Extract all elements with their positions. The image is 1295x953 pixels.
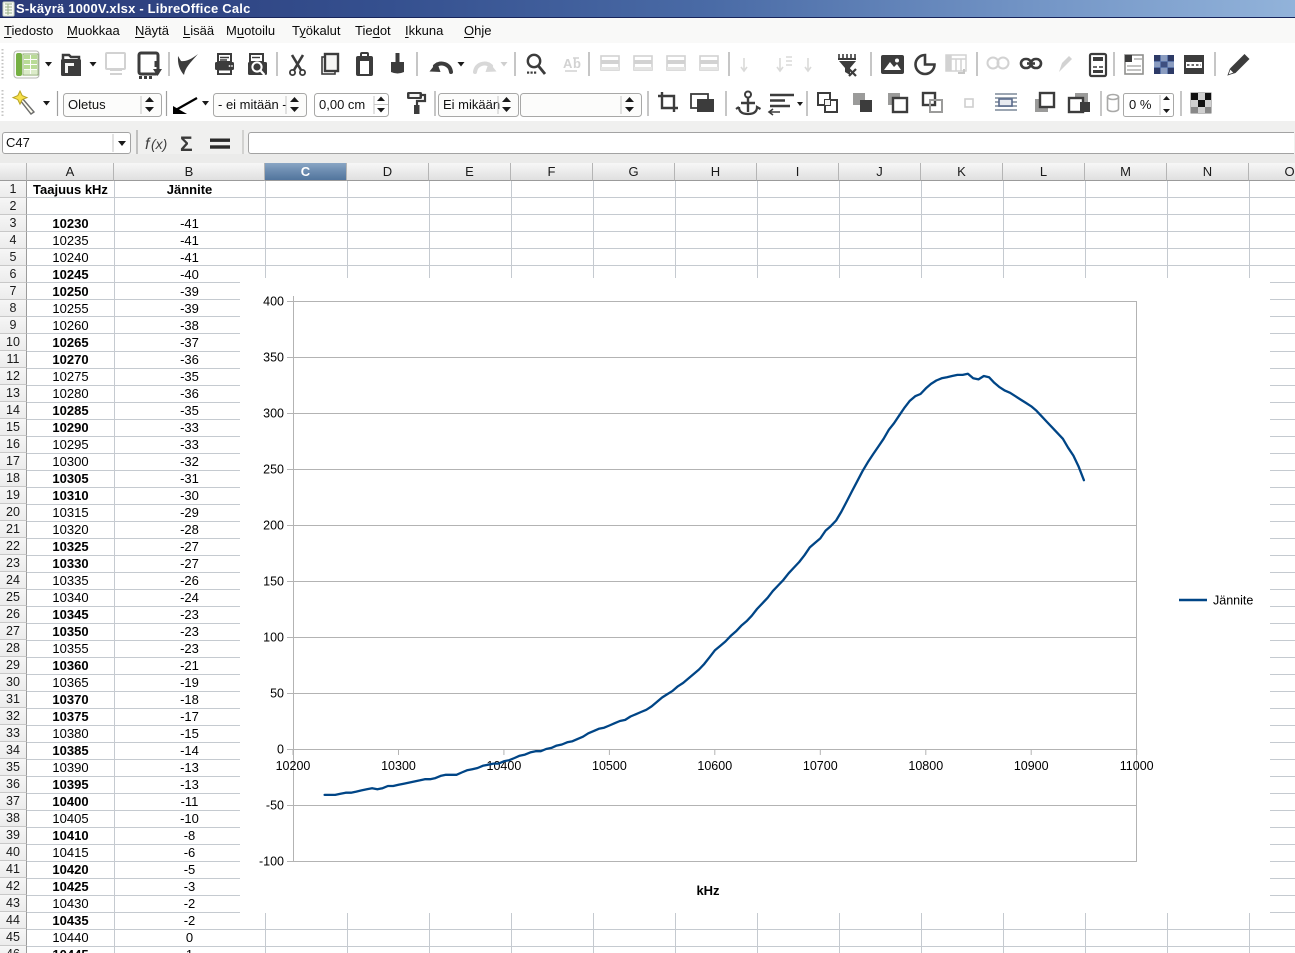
svg-text:Oletus: Oletus: [68, 97, 106, 112]
svg-text:350: 350: [263, 351, 284, 365]
svg-text:Ei mikään: Ei mikään: [443, 97, 500, 112]
svg-text:250: 250: [263, 463, 284, 477]
svg-text:100: 100: [263, 631, 284, 645]
svg-text:10900: 10900: [1014, 759, 1049, 773]
svg-text:A: A: [563, 56, 573, 71]
svg-text:50: 50: [270, 687, 284, 701]
svg-text:10300: 10300: [381, 759, 416, 773]
svg-text:10500: 10500: [592, 759, 627, 773]
svg-text:400: 400: [263, 295, 284, 309]
svg-text:-50: -50: [266, 799, 284, 813]
svg-text:200: 200: [263, 519, 284, 533]
svg-text:10800: 10800: [908, 759, 943, 773]
svg-text:300: 300: [263, 407, 284, 421]
svg-text:10200: 10200: [276, 759, 311, 773]
svg-text:150: 150: [263, 575, 284, 589]
svg-text:- ei mitään -: - ei mitään -: [218, 97, 287, 112]
svg-text:-100: -100: [259, 855, 284, 869]
svg-text:0: 0: [277, 743, 284, 757]
svg-text:0 %: 0 %: [1129, 97, 1152, 112]
svg-text:10600: 10600: [697, 759, 732, 773]
svg-text:(x): (x): [151, 136, 167, 152]
svg-text:0,00 cm: 0,00 cm: [319, 97, 365, 112]
svg-text:kHz: kHz: [696, 883, 720, 898]
svg-text:10700: 10700: [803, 759, 838, 773]
svg-text:11000: 11000: [1120, 759, 1154, 773]
svg-text:Jännite: Jännite: [1213, 594, 1253, 608]
svg-text:Σ: Σ: [180, 133, 193, 156]
